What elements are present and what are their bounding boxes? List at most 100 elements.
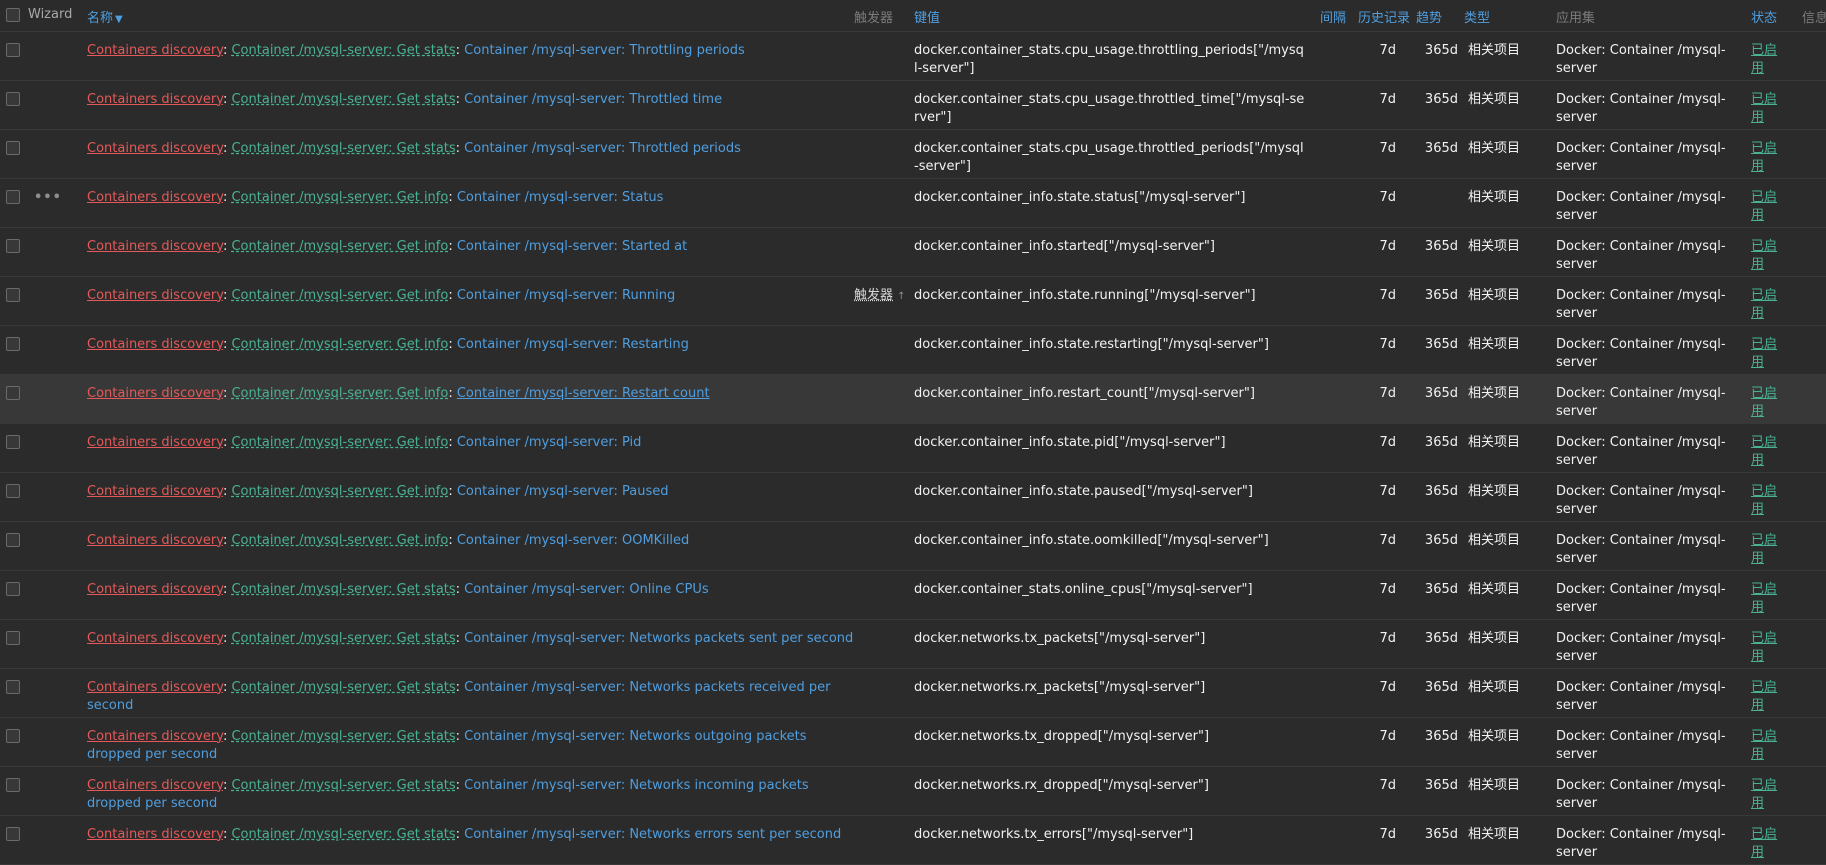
master-item-link[interactable]: Container /mysql-server: Get stats xyxy=(231,827,455,842)
row-checkbox[interactable] xyxy=(6,287,20,302)
status-toggle-link[interactable]: 已启用 xyxy=(1751,239,1777,272)
master-item-link[interactable]: Container /mysql-server: Get stats xyxy=(231,729,455,744)
discovery-rule-link[interactable]: Containers discovery xyxy=(87,190,223,205)
status-toggle-link[interactable]: 已启用 xyxy=(1751,337,1777,370)
row-checkbox[interactable] xyxy=(6,189,20,204)
discovery-rule-link[interactable]: Containers discovery xyxy=(87,92,223,107)
header-key[interactable]: 键值 xyxy=(914,0,1320,32)
item-name-link[interactable]: Container /mysql-server: Networks packet… xyxy=(464,631,853,646)
master-item-link[interactable]: Container /mysql-server: Get stats xyxy=(231,43,455,58)
header-type-label[interactable]: 类型 xyxy=(1464,11,1490,26)
master-item-link[interactable]: Container /mysql-server: Get stats xyxy=(231,141,455,156)
item-name-link[interactable]: Container /mysql-server: OOMKilled xyxy=(457,533,689,548)
discovery-rule-link[interactable]: Containers discovery xyxy=(87,288,223,303)
status-toggle-link[interactable]: 已启用 xyxy=(1751,141,1777,174)
discovery-rule-link[interactable]: Containers discovery xyxy=(87,141,223,156)
discovery-rule-link[interactable]: Containers discovery xyxy=(87,386,223,401)
status-toggle-link[interactable]: 已启用 xyxy=(1751,729,1777,762)
row-checkbox[interactable] xyxy=(6,434,20,449)
master-item-link[interactable]: Container /mysql-server: Get stats xyxy=(231,680,455,695)
wizard-menu-icon[interactable]: ••• xyxy=(28,190,62,205)
item-name-link[interactable]: Container /mysql-server: Networks errors… xyxy=(464,827,841,842)
discovery-rule-link[interactable]: Containers discovery xyxy=(87,435,223,450)
row-checkbox[interactable] xyxy=(6,42,20,57)
item-name-link[interactable]: Container /mysql-server: Restarting xyxy=(457,337,689,352)
row-checkbox[interactable] xyxy=(6,385,20,400)
header-type[interactable]: 类型 xyxy=(1464,0,1556,32)
master-item-link[interactable]: Container /mysql-server: Get stats xyxy=(231,92,455,107)
master-item-link[interactable]: Container /mysql-server: Get info xyxy=(231,386,448,401)
master-item-link[interactable]: Container /mysql-server: Get info xyxy=(231,435,448,450)
status-toggle-link[interactable]: 已启用 xyxy=(1751,827,1777,860)
item-name-link[interactable]: Container /mysql-server: Paused xyxy=(457,484,669,499)
header-interval-label[interactable]: 间隔 xyxy=(1320,11,1346,26)
master-item-link[interactable]: Container /mysql-server: Get info xyxy=(231,337,448,352)
item-name-link[interactable]: Container /mysql-server: Started at xyxy=(457,239,687,254)
status-toggle-link[interactable]: 已启用 xyxy=(1751,190,1777,223)
header-history-label[interactable]: 历史记录 xyxy=(1358,11,1410,26)
status-toggle-link[interactable]: 已启用 xyxy=(1751,435,1777,468)
discovery-rule-link[interactable]: Containers discovery xyxy=(87,729,223,744)
master-item-link[interactable]: Container /mysql-server: Get info xyxy=(231,288,448,303)
row-checkbox[interactable] xyxy=(6,630,20,645)
item-name-link[interactable]: Container /mysql-server: Throttled time xyxy=(464,92,722,107)
row-checkbox[interactable] xyxy=(6,532,20,547)
discovery-rule-link[interactable]: Containers discovery xyxy=(87,827,223,842)
header-status[interactable]: 状态 xyxy=(1751,0,1802,32)
header-trends-label[interactable]: 趋势 xyxy=(1416,11,1442,26)
discovery-rule-link[interactable]: Containers discovery xyxy=(87,778,223,793)
master-item-link[interactable]: Container /mysql-server: Get info xyxy=(231,190,448,205)
row-checkbox[interactable] xyxy=(6,679,20,694)
item-name-link[interactable]: Container /mysql-server: Restart count xyxy=(457,386,710,401)
master-item-link[interactable]: Container /mysql-server: Get stats xyxy=(231,778,455,793)
triggers-menu-link[interactable]: 触发器 xyxy=(854,288,893,303)
status-toggle-link[interactable]: 已启用 xyxy=(1751,680,1777,713)
header-name-label[interactable]: 名称 xyxy=(87,11,113,26)
item-name-link[interactable]: Container /mysql-server: Throttled perio… xyxy=(464,141,741,156)
master-item-link[interactable]: Container /mysql-server: Get stats xyxy=(231,631,455,646)
master-item-link[interactable]: Container /mysql-server: Get info xyxy=(231,533,448,548)
header-trends[interactable]: 趋势 xyxy=(1416,0,1464,32)
status-toggle-link[interactable]: 已启用 xyxy=(1751,484,1777,517)
item-name-link[interactable]: Container /mysql-server: Status xyxy=(457,190,664,205)
master-item-link[interactable]: Container /mysql-server: Get stats xyxy=(231,582,455,597)
item-name-link[interactable]: Container /mysql-server: Pid xyxy=(457,435,642,450)
discovery-rule-link[interactable]: Containers discovery xyxy=(87,680,223,695)
row-checkbox[interactable] xyxy=(6,581,20,596)
row-checkbox[interactable] xyxy=(6,238,20,253)
select-all-checkbox[interactable] xyxy=(6,8,20,22)
status-toggle-link[interactable]: 已启用 xyxy=(1751,533,1777,566)
row-checkbox[interactable] xyxy=(6,91,20,106)
row-checkbox[interactable] xyxy=(6,336,20,351)
header-history[interactable]: 历史记录 xyxy=(1358,0,1416,32)
discovery-rule-link[interactable]: Containers discovery xyxy=(87,43,223,58)
status-toggle-link[interactable]: 已启用 xyxy=(1751,43,1777,76)
discovery-rule-link[interactable]: Containers discovery xyxy=(87,337,223,352)
discovery-rule-link[interactable]: Containers discovery xyxy=(87,631,223,646)
discovery-rule-link[interactable]: Containers discovery xyxy=(87,484,223,499)
item-name-link[interactable]: Container /mysql-server: Throttling peri… xyxy=(464,43,745,58)
row-checkbox[interactable] xyxy=(6,728,20,743)
item-name-link[interactable]: Container /mysql-server: Running xyxy=(457,288,675,303)
row-checkbox[interactable] xyxy=(6,826,20,841)
status-toggle-link[interactable]: 已启用 xyxy=(1751,778,1777,811)
item-name-link[interactable]: Container /mysql-server: Online CPUs xyxy=(464,582,708,597)
status-toggle-link[interactable]: 已启用 xyxy=(1751,582,1777,615)
header-name[interactable]: 名称 ▼ xyxy=(87,0,854,32)
header-interval[interactable]: 间隔 xyxy=(1320,0,1358,32)
master-item-link[interactable]: Container /mysql-server: Get info xyxy=(231,484,448,499)
header-key-label[interactable]: 键值 xyxy=(914,11,940,26)
status-toggle-link[interactable]: 已启用 xyxy=(1751,92,1777,125)
master-item-link[interactable]: Container /mysql-server: Get info xyxy=(231,239,448,254)
header-status-label[interactable]: 状态 xyxy=(1751,11,1777,26)
discovery-rule-link[interactable]: Containers discovery xyxy=(87,239,223,254)
status-toggle-link[interactable]: 已启用 xyxy=(1751,631,1777,664)
row-checkbox[interactable] xyxy=(6,140,20,155)
row-checkbox[interactable] xyxy=(6,483,20,498)
row-checkbox[interactable] xyxy=(6,777,20,792)
status-toggle-link[interactable]: 已启用 xyxy=(1751,386,1777,419)
status-toggle-link[interactable]: 已启用 xyxy=(1751,288,1777,321)
discovery-rule-link[interactable]: Containers discovery xyxy=(87,533,223,548)
separator: : xyxy=(448,532,457,548)
discovery-rule-link[interactable]: Containers discovery xyxy=(87,582,223,597)
